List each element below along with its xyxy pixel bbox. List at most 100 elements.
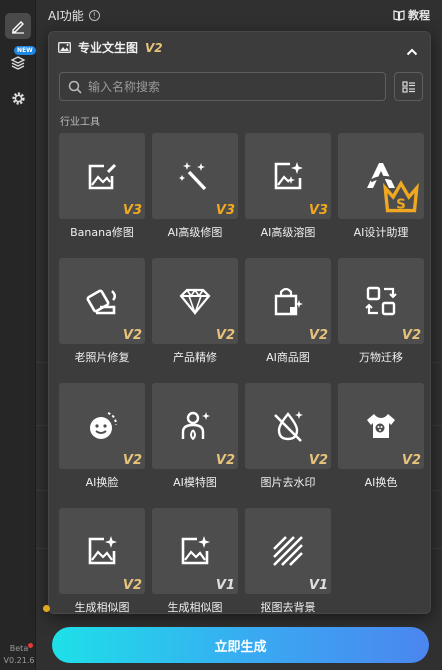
tool-tile[interactable]: V2 — [59, 508, 145, 594]
info-icon[interactable]: ! — [88, 10, 100, 21]
tutorial-label: 教程 — [408, 9, 430, 22]
image-sparkle-icon — [274, 162, 303, 190]
new-badge: NEW — [14, 46, 36, 55]
color-palette-icon — [367, 414, 395, 438]
tool-remove-background[interactable]: V1 抠图去背景 — [245, 508, 331, 615]
tool-picker-popup: 专业文生图 V2 行业工具 V3 Banana修图 V3 AI高级修图 V3 A… — [48, 31, 431, 614]
tool-label: AI换色 — [364, 476, 398, 489]
hint-dot — [43, 605, 50, 612]
version-badge: V2 — [401, 453, 421, 468]
left-rail: NEW Beta V0.21.6 — [0, 0, 36, 670]
tool-label: AI模特图 — [173, 476, 217, 489]
ai-functions-header: AI功能 ! — [48, 7, 100, 24]
tool-tile[interactable]: V2 — [59, 258, 145, 344]
tool-tile[interactable]: V2 — [152, 258, 238, 344]
popup-header[interactable]: 专业文生图 V2 — [58, 39, 163, 56]
search-input[interactable] — [88, 79, 368, 94]
version-badge: V2 — [122, 453, 142, 468]
tool-old-photo-restore[interactable]: V2 老照片修复 — [59, 258, 145, 365]
version-badge: V3 — [308, 203, 328, 218]
tool-ai-product-image[interactable]: V2 AI商品图 — [245, 258, 331, 365]
edit-tool-button[interactable] — [5, 13, 31, 39]
chevron-up-icon — [406, 48, 418, 56]
tool-tile[interactable]: V2 — [245, 383, 331, 469]
svg-text:S: S — [396, 196, 406, 212]
tool-remove-watermark[interactable]: V2 图片去水印 — [245, 383, 331, 490]
layers-icon — [10, 56, 26, 70]
version-badge: V2 — [401, 328, 421, 343]
tool-tile[interactable]: S — [338, 133, 424, 219]
tool-ai-recolor[interactable]: V2 AI换色 — [338, 383, 424, 490]
popup-title: 专业文生图 — [78, 41, 139, 55]
tool-label: 产品精修 — [173, 351, 217, 364]
remove-watermark-icon — [274, 411, 303, 442]
version-badge: V1 — [215, 578, 235, 593]
version-badge: V2 — [122, 578, 142, 593]
tool-object-transfer[interactable]: V2 万物迁移 — [338, 258, 424, 365]
tool-tile[interactable]: V2 — [338, 258, 424, 344]
tool-label: 老照片修复 — [74, 351, 130, 364]
tool-product-retouch[interactable]: V2 产品精修 — [152, 258, 238, 365]
version-info: Beta V0.21.6 — [2, 643, 36, 667]
version-badge: V3 — [122, 203, 142, 218]
tool-ai-advanced-retouch[interactable]: V3 AI高级修图 — [152, 133, 238, 240]
tool-label: Banana修图 — [70, 226, 134, 239]
gear-icon — [11, 91, 25, 105]
tool-tile[interactable]: V2 — [59, 383, 145, 469]
crown-icon: S — [383, 180, 419, 212]
gem-icon — [179, 288, 211, 316]
generate-now-button[interactable]: 立即生成 — [52, 627, 429, 663]
magic-wand-icon — [179, 162, 207, 191]
header-title: AI功能 — [48, 9, 84, 23]
version-badge: V2 — [215, 328, 235, 343]
tool-tile[interactable]: V2 — [152, 383, 238, 469]
list-view-button[interactable] — [394, 72, 423, 101]
version-badge: V2 — [308, 453, 328, 468]
tool-tile[interactable]: V3 — [152, 133, 238, 219]
tool-generate-similar-v1[interactable]: V1 生成相似图 — [152, 508, 238, 615]
transfer-icon — [365, 286, 397, 316]
version-badge: V2 — [122, 328, 142, 343]
tool-tile[interactable]: V3 — [245, 133, 331, 219]
tool-banana-retouch[interactable]: V3 Banana修图 — [59, 133, 145, 240]
version-badge: V2 — [215, 453, 235, 468]
tool-label: AI商品图 — [266, 351, 310, 364]
tool-tile[interactable]: V1 — [245, 508, 331, 594]
version-label: V0.21.6 — [3, 656, 35, 665]
search-box[interactable] — [59, 72, 386, 101]
remove-background-icon — [273, 536, 303, 566]
image-pencil-icon — [88, 163, 117, 190]
list-view-icon — [401, 80, 415, 93]
tool-label: 万物迁移 — [359, 351, 403, 364]
similar-image-icon — [88, 536, 117, 565]
similar-image-icon — [181, 536, 210, 565]
tool-tile[interactable]: V3 — [59, 133, 145, 219]
tool-generate-similar-v2[interactable]: V2 生成相似图 — [59, 508, 145, 615]
shopping-bag-icon — [274, 287, 303, 316]
collapse-button[interactable] — [406, 41, 418, 60]
search-icon — [68, 80, 82, 94]
tool-tile[interactable]: V2 — [338, 383, 424, 469]
face-swap-icon — [90, 412, 117, 439]
version-badge: V2 — [308, 328, 328, 343]
tool-tile[interactable]: V1 — [152, 508, 238, 594]
model-icon — [181, 411, 210, 441]
tool-ai-face-swap[interactable]: V2 AI换脸 — [59, 383, 145, 490]
tool-label: 生成相似图 — [167, 601, 223, 614]
tool-label: AI换脸 — [85, 476, 119, 489]
tool-ai-model-image[interactable]: V2 AI模特图 — [152, 383, 238, 490]
section-label: 行业工具 — [60, 117, 100, 128]
image-icon — [58, 42, 71, 53]
tool-ai-design-assistant[interactable]: S AI设计助理 — [338, 133, 424, 240]
notification-dot — [28, 643, 33, 648]
version-tag: V2 — [145, 40, 163, 55]
version-badge: V1 — [308, 578, 328, 593]
tool-ai-advanced-blend[interactable]: V3 AI高级溶图 — [245, 133, 331, 240]
tool-label: 生成相似图 — [74, 601, 130, 614]
tutorial-link[interactable]: 教程 — [393, 7, 430, 23]
tool-label: 抠图去背景 — [260, 601, 316, 614]
pencil-icon — [12, 21, 24, 34]
tool-tile[interactable]: V2 — [245, 258, 331, 344]
version-badge: V3 — [215, 203, 235, 218]
settings-button[interactable] — [5, 85, 31, 111]
